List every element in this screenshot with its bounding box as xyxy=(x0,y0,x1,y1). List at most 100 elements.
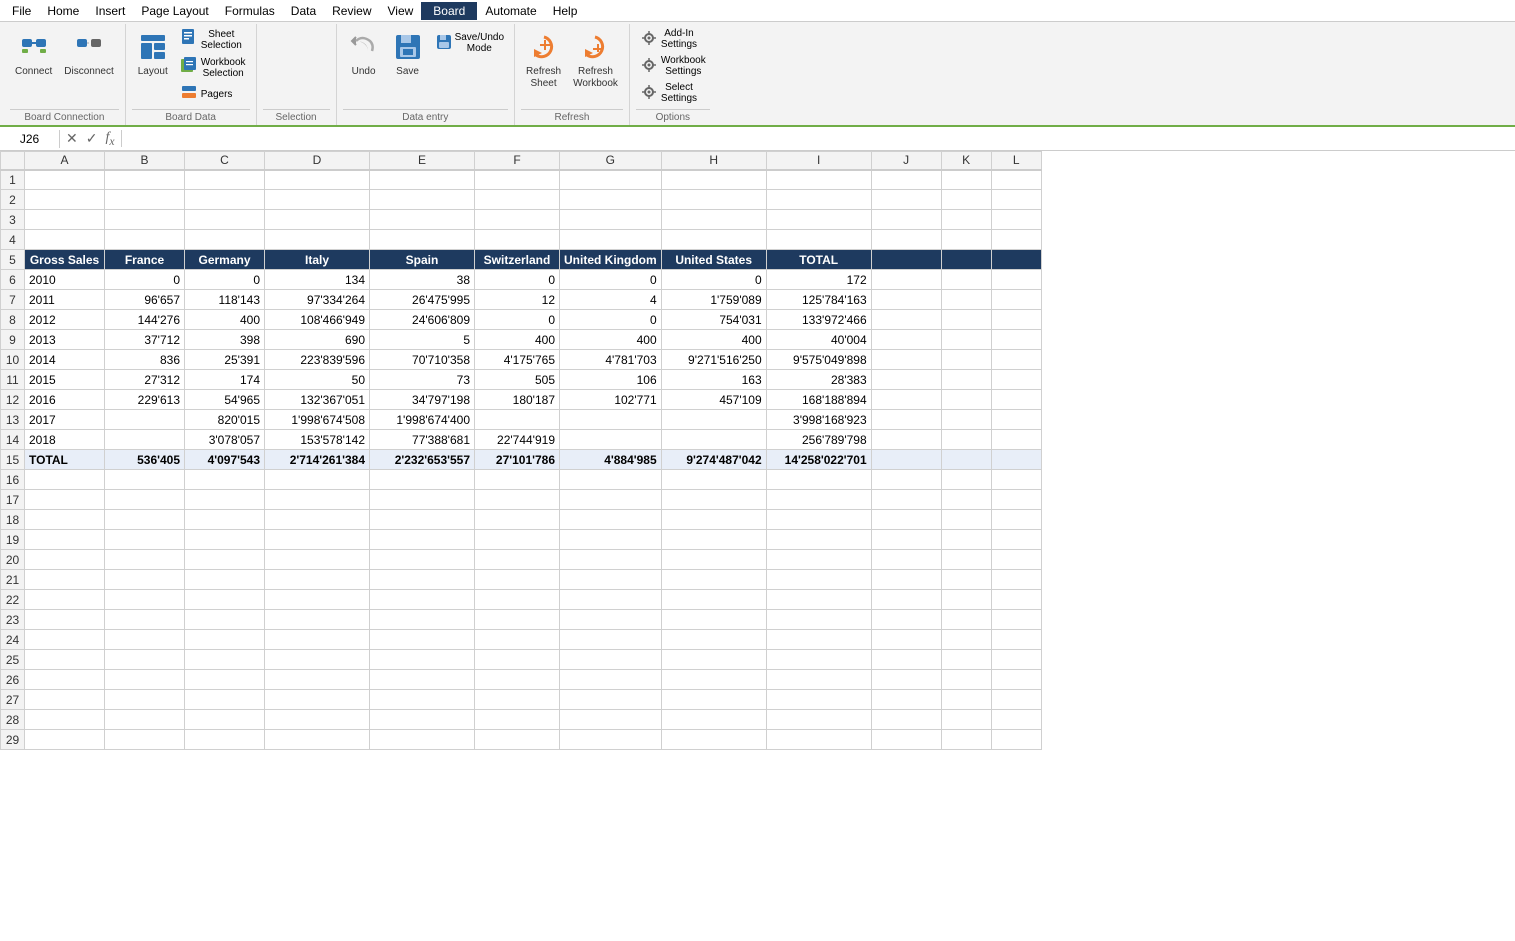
cell-23-H[interactable] xyxy=(661,610,766,630)
cell-16-F[interactable] xyxy=(475,470,560,490)
cell-11-A[interactable]: 2015 xyxy=(25,370,105,390)
cell-23-C[interactable] xyxy=(185,610,265,630)
cell-6-L[interactable] xyxy=(991,270,1041,290)
cell-3-G[interactable] xyxy=(560,210,662,230)
cell-5-D[interactable]: Italy xyxy=(265,250,370,270)
spreadsheet-scroll[interactable]: A B C D E F G H I J K L 12345Gross Sales… xyxy=(0,151,1515,941)
cell-26-B[interactable] xyxy=(105,670,185,690)
cell-17-A[interactable] xyxy=(25,490,105,510)
cell-8-J[interactable] xyxy=(871,310,941,330)
cell-7-H[interactable]: 1'759'089 xyxy=(661,290,766,310)
cell-17-G[interactable] xyxy=(560,490,662,510)
cell-24-A[interactable] xyxy=(25,630,105,650)
cell-1-D[interactable] xyxy=(265,170,370,190)
cell-7-K[interactable] xyxy=(941,290,991,310)
cell-20-A[interactable] xyxy=(25,550,105,570)
cell-16-K[interactable] xyxy=(941,470,991,490)
cell-13-J[interactable] xyxy=(871,410,941,430)
cell-9-I[interactable]: 40'004 xyxy=(766,330,871,350)
cell-3-D[interactable] xyxy=(265,210,370,230)
cell-17-K[interactable] xyxy=(941,490,991,510)
cell-20-H[interactable] xyxy=(661,550,766,570)
cell-24-B[interactable] xyxy=(105,630,185,650)
cell-8-K[interactable] xyxy=(941,310,991,330)
cell-10-E[interactable]: 70'710'358 xyxy=(370,350,475,370)
cell-24-E[interactable] xyxy=(370,630,475,650)
cell-29-A[interactable] xyxy=(25,730,105,750)
cell-9-J[interactable] xyxy=(871,330,941,350)
cell-6-G[interactable]: 0 xyxy=(560,270,662,290)
cell-19-D[interactable] xyxy=(265,530,370,550)
cell-2-H[interactable] xyxy=(661,190,766,210)
layout-button[interactable]: Layout xyxy=(132,26,174,80)
cell-1-L[interactable] xyxy=(991,170,1041,190)
cell-24-H[interactable] xyxy=(661,630,766,650)
cell-7-B[interactable]: 96'657 xyxy=(105,290,185,310)
cell-27-B[interactable] xyxy=(105,690,185,710)
cell-12-F[interactable]: 180'187 xyxy=(475,390,560,410)
cell-7-E[interactable]: 26'475'995 xyxy=(370,290,475,310)
cell-24-J[interactable] xyxy=(871,630,941,650)
cell-2-J[interactable] xyxy=(871,190,941,210)
cell-10-K[interactable] xyxy=(941,350,991,370)
cell-11-D[interactable]: 50 xyxy=(265,370,370,390)
cell-18-H[interactable] xyxy=(661,510,766,530)
cell-15-E[interactable]: 2'232'653'557 xyxy=(370,450,475,470)
cell-17-E[interactable] xyxy=(370,490,475,510)
sheet-selection-button[interactable]: SheetSelection xyxy=(176,26,250,53)
cell-1-B[interactable] xyxy=(105,170,185,190)
workbook-settings-button[interactable]: WorkbookSettings xyxy=(636,53,710,79)
cell-27-E[interactable] xyxy=(370,690,475,710)
cell-7-A[interactable]: 2011 xyxy=(25,290,105,310)
cell-11-K[interactable] xyxy=(941,370,991,390)
menu-review[interactable]: Review xyxy=(324,2,379,20)
cell-24-C[interactable] xyxy=(185,630,265,650)
cell-22-E[interactable] xyxy=(370,590,475,610)
cell-25-I[interactable] xyxy=(766,650,871,670)
cell-13-F[interactable] xyxy=(475,410,560,430)
cell-13-H[interactable] xyxy=(661,410,766,430)
cell-2-E[interactable] xyxy=(370,190,475,210)
cell-10-F[interactable]: 4'175'765 xyxy=(475,350,560,370)
cell-26-G[interactable] xyxy=(560,670,662,690)
cell-16-E[interactable] xyxy=(370,470,475,490)
cell-28-H[interactable] xyxy=(661,710,766,730)
cell-18-L[interactable] xyxy=(991,510,1041,530)
cell-14-C[interactable]: 3'078'057 xyxy=(185,430,265,450)
cell-17-L[interactable] xyxy=(991,490,1041,510)
cell-14-D[interactable]: 153'578'142 xyxy=(265,430,370,450)
cell-29-I[interactable] xyxy=(766,730,871,750)
cell-2-K[interactable] xyxy=(941,190,991,210)
menu-formulas[interactable]: Formulas xyxy=(217,2,283,20)
cell-28-J[interactable] xyxy=(871,710,941,730)
cell-27-J[interactable] xyxy=(871,690,941,710)
cell-15-L[interactable] xyxy=(991,450,1041,470)
cell-4-B[interactable] xyxy=(105,230,185,250)
cell-18-D[interactable] xyxy=(265,510,370,530)
cell-7-I[interactable]: 125'784'163 xyxy=(766,290,871,310)
cell-28-I[interactable] xyxy=(766,710,871,730)
cell-11-B[interactable]: 27'312 xyxy=(105,370,185,390)
cell-29-K[interactable] xyxy=(941,730,991,750)
cell-8-L[interactable] xyxy=(991,310,1041,330)
cell-4-E[interactable] xyxy=(370,230,475,250)
cell-6-H[interactable]: 0 xyxy=(661,270,766,290)
cell-25-C[interactable] xyxy=(185,650,265,670)
cell-20-D[interactable] xyxy=(265,550,370,570)
cell-23-G[interactable] xyxy=(560,610,662,630)
insert-function-icon[interactable]: fx xyxy=(103,130,116,148)
cell-23-B[interactable] xyxy=(105,610,185,630)
cell-11-G[interactable]: 106 xyxy=(560,370,662,390)
cell-18-A[interactable] xyxy=(25,510,105,530)
cell-19-G[interactable] xyxy=(560,530,662,550)
cell-4-K[interactable] xyxy=(941,230,991,250)
cell-20-L[interactable] xyxy=(991,550,1041,570)
cell-5-E[interactable]: Spain xyxy=(370,250,475,270)
cell-20-G[interactable] xyxy=(560,550,662,570)
cell-13-B[interactable] xyxy=(105,410,185,430)
cell-26-D[interactable] xyxy=(265,670,370,690)
cell-1-H[interactable] xyxy=(661,170,766,190)
cell-12-H[interactable]: 457'109 xyxy=(661,390,766,410)
cell-8-D[interactable]: 108'466'949 xyxy=(265,310,370,330)
cell-15-C[interactable]: 4'097'543 xyxy=(185,450,265,470)
